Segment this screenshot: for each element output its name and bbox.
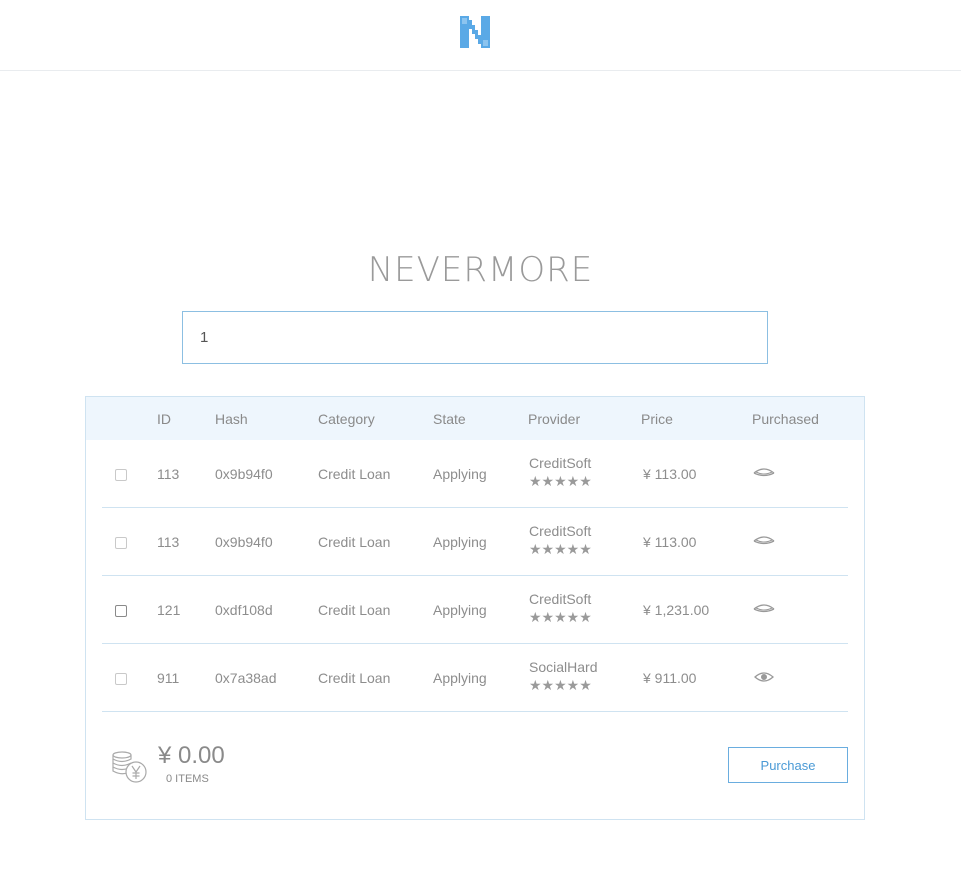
cart-item-count: 0 ITEMS <box>166 773 209 785</box>
row-checkbox[interactable] <box>115 605 127 617</box>
row-category: Credit Loan <box>318 670 391 686</box>
page-title: NEVERMORE <box>367 250 594 290</box>
eye-closed-icon[interactable] <box>752 602 776 616</box>
column-header-price[interactable]: Price <box>641 411 673 427</box>
coins-yen-icon <box>112 751 147 783</box>
row-hash: 0xdf108d <box>215 602 273 618</box>
row-category: Credit Loan <box>318 534 391 550</box>
table-row[interactable]: 113 0x9b94f0 Credit Loan Applying Credit… <box>102 508 848 576</box>
column-header-purchased[interactable]: Purchased <box>752 411 819 427</box>
row-provider: CreditSoft ★★★★★ <box>529 591 592 625</box>
eye-closed-icon[interactable] <box>752 466 776 480</box>
search-box[interactable] <box>182 311 768 364</box>
row-category: Credit Loan <box>318 466 391 482</box>
provider-name: CreditSoft <box>529 455 592 471</box>
row-provider: SocialHard ★★★★★ <box>529 659 597 693</box>
row-state: Applying <box>433 670 487 686</box>
provider-name: SocialHard <box>529 659 598 675</box>
row-price: ¥ 1,231.00 <box>643 602 710 618</box>
row-provider: CreditSoft ★★★★★ <box>529 523 592 557</box>
column-header-id[interactable]: ID <box>157 411 171 427</box>
row-checkbox[interactable] <box>115 469 127 481</box>
provider-rating-stars: ★★★★★ <box>529 609 592 625</box>
eye-closed-icon[interactable] <box>752 534 776 548</box>
column-header-state[interactable]: State <box>433 411 466 427</box>
column-header-category[interactable]: Category <box>318 411 375 427</box>
row-category: Credit Loan <box>318 602 391 618</box>
cart-total: ¥ 0.00 <box>158 742 225 769</box>
row-hash: 0x9b94f0 <box>215 466 273 482</box>
column-header-hash[interactable]: Hash <box>215 411 248 427</box>
row-provider: CreditSoft ★★★★★ <box>529 455 592 489</box>
row-price: ¥ 911.00 <box>643 670 697 686</box>
table-header: ID Hash Category State Provider Price Pu… <box>86 397 864 440</box>
results-panel: ID Hash Category State Provider Price Pu… <box>85 396 865 820</box>
table-row[interactable]: 911 0x7a38ad Credit Loan Applying Social… <box>102 644 848 712</box>
provider-name: CreditSoft <box>529 591 592 607</box>
row-state: Applying <box>433 602 487 618</box>
search-input[interactable] <box>183 312 767 363</box>
column-header-provider[interactable]: Provider <box>528 411 580 427</box>
table-row[interactable]: 113 0x9b94f0 Credit Loan Applying Credit… <box>102 440 848 508</box>
provider-rating-stars: ★★★★★ <box>529 541 592 557</box>
row-id: 113 <box>157 466 180 482</box>
table-row[interactable]: 121 0xdf108d Credit Loan Applying Credit… <box>102 576 848 644</box>
row-hash: 0x7a38ad <box>215 670 277 686</box>
provider-name: CreditSoft <box>529 523 592 539</box>
provider-rating-stars: ★★★★★ <box>529 473 592 489</box>
row-state: Applying <box>433 466 487 482</box>
row-id: 113 <box>157 534 180 550</box>
nevermore-n-logo-icon[interactable] <box>460 16 490 48</box>
eye-open-icon[interactable] <box>752 670 776 684</box>
row-price: ¥ 113.00 <box>643 466 697 482</box>
row-hash: 0x9b94f0 <box>215 534 273 550</box>
purchase-button[interactable]: Purchase <box>728 747 848 783</box>
row-state: Applying <box>433 534 487 550</box>
row-checkbox[interactable] <box>115 673 127 685</box>
row-id: 911 <box>157 670 180 686</box>
row-id: 121 <box>157 602 181 618</box>
provider-rating-stars: ★★★★★ <box>529 677 592 693</box>
row-checkbox[interactable] <box>115 537 127 549</box>
row-price: ¥ 113.00 <box>643 534 697 550</box>
top-bar <box>0 0 961 71</box>
